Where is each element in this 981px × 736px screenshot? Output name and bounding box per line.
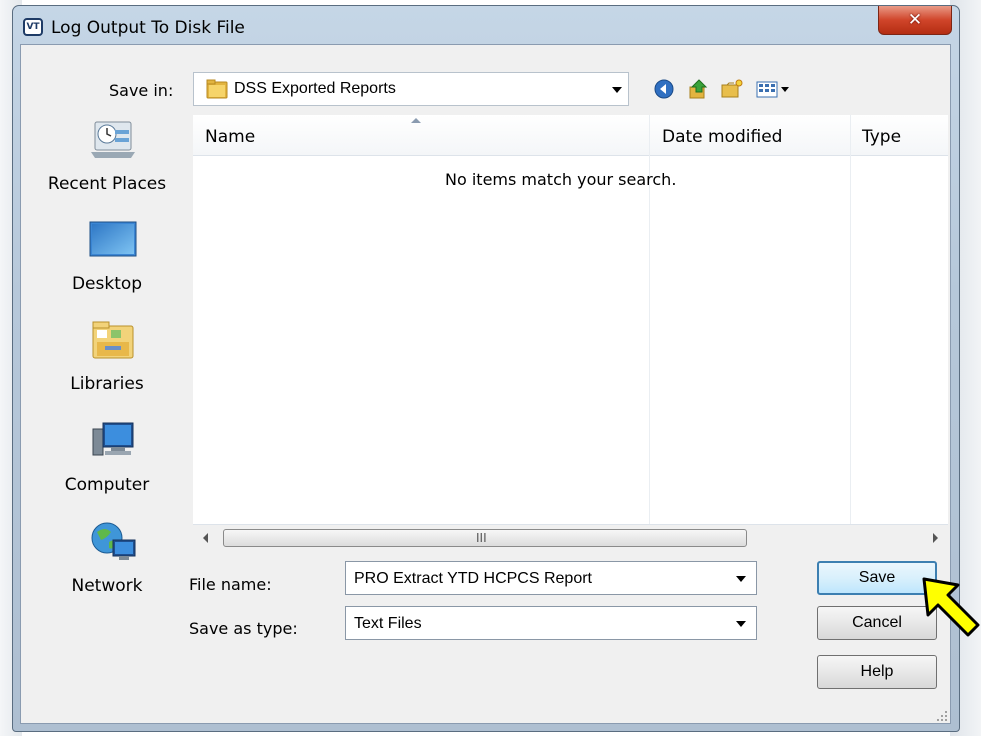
computer-icon — [92, 422, 134, 456]
close-icon: ✕ — [907, 10, 923, 30]
scroll-right-icon[interactable] — [933, 533, 938, 543]
folder-icon — [206, 79, 228, 99]
save-as-type-value: Text Files — [354, 615, 422, 632]
scroll-grip-icon: III — [476, 531, 487, 545]
up-folder-icon[interactable] — [685, 76, 711, 102]
place-libraries[interactable]: Libraries — [33, 318, 181, 413]
scrollbar-thumb[interactable]: III — [223, 529, 747, 547]
chevron-down-icon — [736, 621, 746, 627]
cancel-button[interactable]: Cancel — [817, 606, 937, 640]
place-label: Desktop — [71, 274, 143, 294]
file-list-header: Name Date modified Type — [193, 115, 948, 156]
chevron-down-icon[interactable] — [736, 576, 746, 582]
place-label: Recent Places — [47, 174, 167, 194]
resize-grip-icon[interactable] — [936, 710, 948, 722]
save-in-value: DSS Exported Reports — [234, 80, 396, 97]
navigation-toolbar — [651, 76, 821, 102]
place-recent-places[interactable]: Recent Places — [33, 118, 181, 213]
horizontal-scrollbar[interactable]: III — [193, 524, 948, 551]
save-as-type-label: Save as type: — [189, 619, 298, 638]
save-button[interactable]: Save — [817, 561, 937, 595]
save-as-type-dropdown[interactable]: Text Files — [345, 606, 757, 640]
chevron-down-icon — [612, 87, 622, 93]
view-menu-icon[interactable] — [753, 76, 797, 102]
place-label: Computer — [64, 475, 150, 495]
app-icon: VT — [23, 18, 43, 36]
empty-message: No items match your search. — [445, 170, 677, 189]
save-in-label: Save in: — [109, 81, 174, 100]
recent-places-icon — [91, 121, 135, 158]
place-label: Network — [71, 576, 143, 596]
libraries-icon — [92, 321, 134, 359]
file-list[interactable]: Name Date modified Type No items match y… — [193, 115, 948, 524]
window-title: Log Output To Disk File — [51, 18, 245, 38]
file-name-label: File name: — [189, 575, 272, 594]
column-divider — [850, 115, 851, 524]
desktop-icon — [89, 221, 137, 257]
file-name-value: PRO Extract YTD HCPCS Report — [354, 570, 592, 587]
save-dialog: VT Log Output To Disk File ✕ Save in: DS… — [12, 5, 960, 732]
file-name-field[interactable]: PRO Extract YTD HCPCS Report — [345, 561, 757, 595]
network-icon — [91, 522, 136, 560]
column-header-type[interactable]: Type — [862, 127, 901, 147]
new-folder-icon[interactable] — [719, 76, 745, 102]
dialog-client-area: Save in: DSS Exported Reports Recent Pla… — [20, 44, 951, 724]
back-icon[interactable] — [651, 76, 677, 102]
place-label: Libraries — [70, 374, 144, 394]
scroll-left-icon[interactable] — [203, 533, 208, 543]
help-button[interactable]: Help — [817, 655, 937, 689]
pointer-arrow-icon — [922, 577, 980, 637]
column-header-date-modified[interactable]: Date modified — [662, 127, 782, 147]
sort-arrow-icon — [411, 118, 421, 123]
place-computer[interactable]: Computer — [33, 419, 181, 514]
save-in-dropdown[interactable]: DSS Exported Reports — [193, 72, 629, 106]
column-header-name[interactable]: Name — [205, 127, 255, 147]
place-network[interactable]: Network — [33, 520, 181, 615]
places-bar: Recent Places Desktop Libraries Computer… — [33, 114, 181, 719]
close-button[interactable]: ✕ — [878, 6, 952, 35]
place-desktop[interactable]: Desktop — [33, 218, 181, 313]
title-bar[interactable]: VT Log Output To Disk File ✕ — [13, 6, 959, 46]
